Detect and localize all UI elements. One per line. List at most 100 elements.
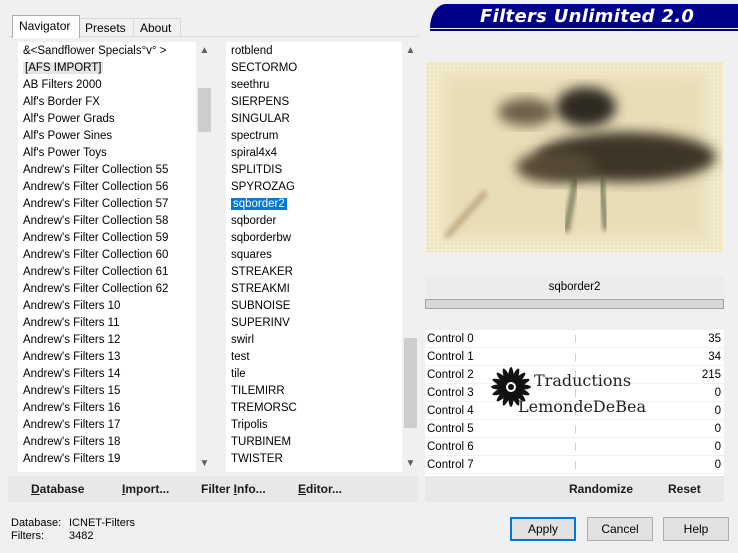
category-list-item[interactable]: AB Filters 2000 [23,77,102,94]
category-list-scrollbar[interactable]: ▲ ▼ [196,42,213,472]
category-list-item[interactable]: Andrew's Filters 17 [23,417,120,434]
filter-list-item[interactable]: SECTORMO [231,60,297,77]
filter-list-item[interactable]: STREAKER [231,264,293,281]
filter-list-item[interactable]: SPLITDIS [231,162,282,179]
filter-list-item[interactable]: SIERPENS [231,94,289,111]
filter-list-item[interactable]: STREAKMI [231,281,290,298]
filter-list[interactable]: rotblend SECTORMO seethru SIERPENS SINGULAR s… [226,42,402,472]
control-label: Control 5 [427,423,474,435]
filter-list-item[interactable]: spectrum [231,128,278,145]
cancel-button[interactable]: Cancel [587,517,653,541]
control-label: Control 1 [427,351,474,363]
category-list-item[interactable]: Andrew's Filters 15 [23,383,120,400]
import-button[interactable]: Import... [122,482,169,496]
reset-button[interactable]: Reset [668,482,701,496]
app-title-banner: Filters Unlimited 2.0 [430,4,738,28]
filter-list-item[interactable]: TWISTER [231,451,283,468]
filter-list-item[interactable]: TILEMIRR [231,383,285,400]
apply-button[interactable]: Apply [510,517,576,541]
filter-list-item[interactable]: sqborder2 [231,196,287,213]
control-row[interactable]: Control 7 0 [425,456,724,474]
filter-list-item[interactable]: TREMORSC [231,400,297,417]
category-list-item[interactable]: Andrew's Filter Collection 62 [23,281,168,298]
category-list-item[interactable]: Andrew's Filters 18 [23,434,120,451]
control-row[interactable]: Control 6 0 [425,438,724,456]
category-scroll-thumb[interactable] [198,88,211,132]
category-list-item[interactable]: Andrew's Filter Collection 60 [23,247,168,264]
category-list-item[interactable]: Andrew's Filter Collection 55 [23,162,168,179]
scroll-down-arrow-icon[interactable]: ▼ [196,455,213,472]
filter-list-item-label: seethru [231,79,270,91]
category-list-item[interactable]: Andrew's Filter Collection 58 [23,213,168,230]
database-info-label: Database: [11,517,62,529]
filter-list-item-label: SUPERINV [231,317,290,329]
control-slider[interactable] [425,299,724,309]
filter-list-item[interactable]: spiral4x4 [231,145,277,162]
randomize-button[interactable]: Randomize [569,482,633,496]
category-list-item[interactable]: &<Sandflower Specials°v° > [23,43,166,60]
category-list-item[interactable]: Andrew's Filters 19 [23,451,120,468]
filter-list-item[interactable]: SUBNOISE [231,298,290,315]
filter-list-item[interactable]: test [231,349,250,366]
category-list-item[interactable]: Alf's Border FX [23,94,100,111]
category-list-item-label: Andrew's Filters 10 [23,300,121,312]
category-list-item[interactable]: Andrew's Filter Collection 59 [23,230,168,247]
filter-list-item[interactable]: seethru [231,77,269,94]
control-value: 34 [708,351,721,363]
category-list-item-label: Andrew's Filters 16 [23,402,121,414]
category-list-item[interactable]: Alf's Power Toys [23,145,107,162]
filter-list-item-label: Tripolis [231,419,268,431]
control-tick [575,425,576,433]
scroll-up-arrow-icon[interactable]: ▲ [402,42,419,59]
tab-presets[interactable]: Presets [78,18,134,37]
filter-list-item-label: SINGULAR [231,113,290,125]
help-button[interactable]: Help [663,517,729,541]
filter-list-item-label: STREAKMI [231,283,290,295]
control-row[interactable]: Control 5 0 [425,420,724,438]
filter-list-item[interactable]: SUPERINV [231,315,290,332]
filter-info-button[interactable]: Filter Info... [201,482,266,496]
filter-list-scrollbar[interactable]: ▲ ▼ [402,42,419,472]
category-list-item[interactable]: Alf's Power Grads [23,111,115,128]
control-row[interactable]: Control 1 34 [425,348,724,366]
filter-list-item[interactable]: SINGULAR [231,111,290,128]
filter-list-item[interactable]: rotblend [231,43,273,60]
filter-scroll-thumb[interactable] [404,338,417,428]
category-list-item[interactable]: Andrew's Filter Collection 61 [23,264,168,281]
tab-about[interactable]: About [133,18,181,37]
control-label: Control 6 [427,441,474,453]
filter-list-item[interactable]: swirl [231,332,254,349]
control-row[interactable]: Control 0 35 [425,330,724,348]
control-label: Control 0 [427,333,474,345]
category-list-item-label: Andrew's Filter Collection 55 [23,164,169,176]
category-list-item[interactable]: Andrew's Filters 12 [23,332,120,349]
category-list-item[interactable]: Andrew's Filters 11 [23,315,120,332]
category-list-item[interactable]: Andrew's Filter Collection 57 [23,196,168,213]
filter-list-item[interactable]: SPYROZAG [231,179,295,196]
filter-list-item[interactable]: Tripolis [231,417,268,434]
filter-list-item[interactable]: tile [231,366,246,383]
filter-list-item[interactable]: TURBINEM [231,434,291,451]
control-value: 0 [714,459,721,471]
filter-list-item[interactable]: squares [231,247,272,264]
category-list-item[interactable]: Alf's Power Sines [23,128,112,145]
filter-list-item[interactable]: sqborderbw [231,230,291,247]
editor-button[interactable]: Editor... [298,482,342,496]
filter-list-item-label: rotblend [231,45,273,57]
tab-navigator[interactable]: Navigator [12,15,80,38]
category-list-item[interactable]: Andrew's Filters 14 [23,366,120,383]
filter-list-item-label: squares [231,249,272,261]
scroll-up-arrow-icon[interactable]: ▲ [196,42,213,59]
scroll-down-arrow-icon[interactable]: ▼ [402,455,419,472]
category-list-item[interactable]: Andrew's Filters 16 [23,400,120,417]
category-list[interactable]: &<Sandflower Specials°v° > [AFS IMPORT] AB… [18,42,196,472]
category-list-item-label: Andrew's Filter Collection 61 [23,266,169,278]
category-list-item[interactable]: [AFS IMPORT] [23,60,104,77]
category-list-item[interactable]: Andrew's Filters 10 [23,298,120,315]
filter-list-item[interactable]: sqborder [231,213,276,230]
database-button[interactable]: Database [31,482,84,496]
category-list-item-label: Alf's Power Grads [23,113,115,125]
filter-list-item-label: SPLITDIS [231,164,283,176]
category-list-item[interactable]: Andrew's Filter Collection 56 [23,179,168,196]
category-list-item[interactable]: Andrew's Filters 13 [23,349,120,366]
